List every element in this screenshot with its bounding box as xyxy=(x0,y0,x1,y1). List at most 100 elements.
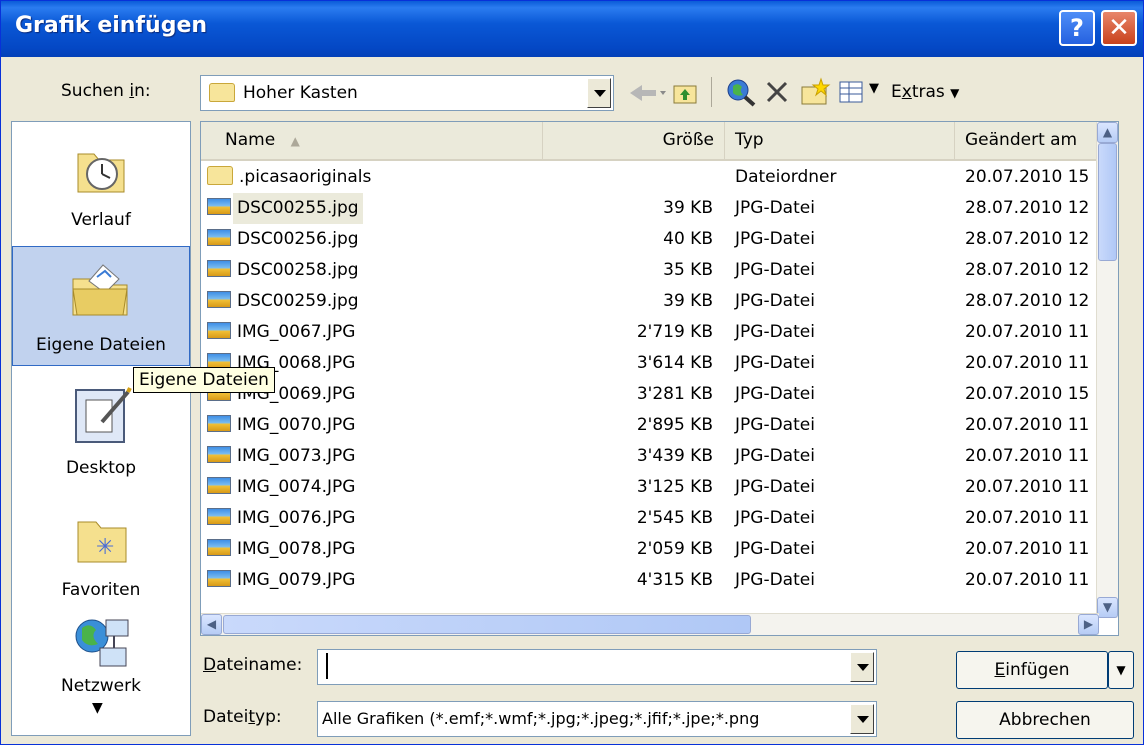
place-label: Favoriten xyxy=(61,580,141,600)
back-button[interactable] xyxy=(626,81,666,105)
scroll-right-icon[interactable]: ▶ xyxy=(1078,614,1099,635)
file-type: JPG-Datei xyxy=(735,353,815,373)
scroll-down-icon[interactable]: ▼ xyxy=(1097,597,1118,618)
file-name-cell[interactable]: DSC00258.jpg xyxy=(207,255,363,286)
place-verlauf[interactable]: Verlauf xyxy=(12,122,190,242)
file-name-cell[interactable]: IMG_0079.JPG xyxy=(207,565,359,596)
look-in-combo[interactable]: Hoher Kasten xyxy=(200,75,614,111)
file-size xyxy=(541,162,713,193)
table-row[interactable]: IMG_0070.JPG 2'895 KB JPG-Datei 20.07.2010 … xyxy=(201,410,1101,441)
folder-icon xyxy=(207,166,233,185)
table-row[interactable]: IMG_0078.JPG 2'059 KB JPG-Datei 20.07.2010 … xyxy=(201,534,1101,565)
chevron-down-icon[interactable] xyxy=(587,78,611,108)
help-icon: ? xyxy=(1070,14,1084,42)
views-icon[interactable] xyxy=(837,79,865,105)
table-row[interactable]: IMG_0069.JPG 3'281 KB JPG-Datei 20.07.2010 … xyxy=(201,379,1101,410)
column-size-header[interactable]: Größe xyxy=(543,122,725,159)
jpg-file-icon xyxy=(207,477,231,494)
file-list[interactable]: Name ▲ Größe Typ Geändert am .picasaorig… xyxy=(200,121,1119,636)
place-favoriten[interactable]: ✳ Favoriten xyxy=(12,492,190,612)
insert-dropdown-button[interactable]: ▼ xyxy=(1108,651,1134,689)
place-netzwerk[interactable]: Netzwerk ▼ xyxy=(12,610,190,730)
up-one-level-icon[interactable] xyxy=(671,79,701,107)
file-name-cell[interactable]: IMG_0078.JPG xyxy=(207,534,359,565)
scroll-up-icon[interactable]: ▲ xyxy=(1097,122,1118,143)
file-name-cell[interactable]: DSC00259.jpg xyxy=(207,286,363,317)
chevron-down-icon[interactable] xyxy=(850,652,874,682)
file-date: 20.07.2010 11 xyxy=(965,322,1090,342)
chevron-down-icon: ▼ xyxy=(1116,663,1126,677)
insert-button[interactable]: Einfügen xyxy=(956,651,1108,689)
table-row[interactable]: .picasaoriginals Dateiordner 20.07.2010 15 xyxy=(201,162,1101,193)
delete-icon[interactable] xyxy=(763,79,791,105)
dialog-title: Grafik einfügen xyxy=(15,13,208,38)
filetype-combo[interactable]: Alle Grafiken (*.emf;*.wmf;*.jpg;*.jpeg;… xyxy=(317,701,877,737)
extras-menu-button[interactable]: Extras ▼ xyxy=(891,77,959,107)
table-row[interactable]: IMG_0079.JPG 4'315 KB JPG-Datei 20.07.2010 … xyxy=(201,565,1101,596)
column-date-header[interactable]: Geändert am xyxy=(955,122,1101,159)
file-type: JPG-Datei xyxy=(735,446,815,466)
place-label: Desktop xyxy=(65,458,137,478)
file-name-cell[interactable]: .picasaoriginals xyxy=(207,162,375,193)
file-name-cell[interactable]: IMG_0073.JPG xyxy=(207,441,359,472)
file-date: 20.07.2010 11 xyxy=(965,477,1090,497)
table-row[interactable]: IMG_0073.JPG 3'439 KB JPG-Datei 20.07.2010 … xyxy=(201,441,1101,472)
file-name-cell[interactable]: IMG_0074.JPG xyxy=(207,472,359,503)
horizontal-scrollbar[interactable]: ◀ ▶ xyxy=(201,613,1099,635)
file-name: DSC00258.jpg xyxy=(237,260,359,280)
network-icon xyxy=(75,619,129,667)
desktop-icon xyxy=(75,387,132,443)
file-date: 20.07.2010 15 xyxy=(965,167,1090,187)
close-button[interactable]: ✕ xyxy=(1101,10,1137,46)
file-name-cell[interactable]: IMG_0067.JPG xyxy=(207,317,359,348)
views-dropdown-icon[interactable]: ▼ xyxy=(869,81,879,96)
table-row[interactable]: IMG_0067.JPG 2'719 KB JPG-Datei 20.07.2010 … xyxy=(201,317,1101,348)
cancel-button[interactable]: Abbrechen xyxy=(956,701,1134,739)
table-row[interactable]: DSC00256.jpg 40 KB JPG-Datei 28.07.2010 12 xyxy=(201,224,1101,255)
table-row[interactable]: IMG_0068.JPG 3'614 KB JPG-Datei 20.07.2010 … xyxy=(201,348,1101,379)
table-row[interactable]: IMG_0076.JPG 2'545 KB JPG-Datei 20.07.2010 … xyxy=(201,503,1101,534)
file-name-cell[interactable]: DSC00255.jpg xyxy=(207,193,363,224)
file-type: JPG-Datei xyxy=(735,229,815,249)
file-name: IMG_0070.JPG xyxy=(237,415,356,435)
file-size: 2'545 KB xyxy=(636,508,713,528)
column-type-header[interactable]: Typ xyxy=(725,122,955,159)
more-places-icon[interactable]: ▼ xyxy=(92,700,103,716)
jpg-file-icon xyxy=(207,415,231,432)
search-web-icon[interactable] xyxy=(725,77,757,107)
file-name: IMG_0074.JPG xyxy=(237,477,356,497)
file-name-cell[interactable]: IMG_0076.JPG xyxy=(207,503,359,534)
look-in-value: Hoher Kasten xyxy=(243,83,358,103)
chevron-down-icon[interactable] xyxy=(850,704,874,734)
vertical-scroll-thumb[interactable] xyxy=(1098,143,1117,261)
file-name-cell[interactable]: DSC00256.jpg xyxy=(207,224,363,255)
file-date: 20.07.2010 11 xyxy=(965,353,1090,373)
file-size: 3'614 KB xyxy=(636,353,713,373)
file-date: 20.07.2010 11 xyxy=(965,415,1090,435)
file-date: 28.07.2010 12 xyxy=(965,198,1090,218)
look-in-label: Suchen in: xyxy=(61,81,151,101)
svg-text:✳: ✳ xyxy=(96,535,114,560)
table-row[interactable]: DSC00258.jpg 35 KB JPG-Datei 28.07.2010 12 xyxy=(201,255,1101,286)
scroll-left-icon[interactable]: ◀ xyxy=(201,614,222,635)
filename-combo[interactable] xyxy=(317,649,877,685)
table-row[interactable]: IMG_0074.JPG 3'125 KB JPG-Datei 20.07.2010 … xyxy=(201,472,1101,503)
filename-input[interactable] xyxy=(324,654,838,682)
file-size: 2'059 KB xyxy=(636,539,713,559)
column-name-header[interactable]: Name ▲ xyxy=(201,122,543,159)
file-name-cell[interactable]: IMG_0070.JPG xyxy=(207,410,359,441)
place-eigene-dateien[interactable]: Eigene Dateien xyxy=(12,246,190,366)
file-type: JPG-Datei xyxy=(735,198,815,218)
table-row[interactable]: DSC00255.jpg 39 KB JPG-Datei 28.07.2010 12 xyxy=(201,193,1101,224)
title-bar[interactable]: Grafik einfügen ? ✕ xyxy=(1,1,1143,57)
help-button[interactable]: ? xyxy=(1059,10,1095,46)
file-type: Dateiordner xyxy=(735,167,837,187)
insert-picture-dialog: Grafik einfügen ? ✕ Suchen in: Hoher Kas… xyxy=(0,0,1144,745)
vertical-scrollbar[interactable]: ▲ ▼ xyxy=(1096,122,1118,618)
new-folder-icon[interactable] xyxy=(799,77,831,107)
horizontal-scroll-thumb[interactable] xyxy=(223,615,751,634)
table-row[interactable]: DSC00259.jpg 39 KB JPG-Datei 28.07.2010 12 xyxy=(201,286,1101,317)
file-date: 20.07.2010 11 xyxy=(965,508,1090,528)
jpg-file-icon xyxy=(207,508,231,525)
file-date: 20.07.2010 11 xyxy=(965,446,1090,466)
